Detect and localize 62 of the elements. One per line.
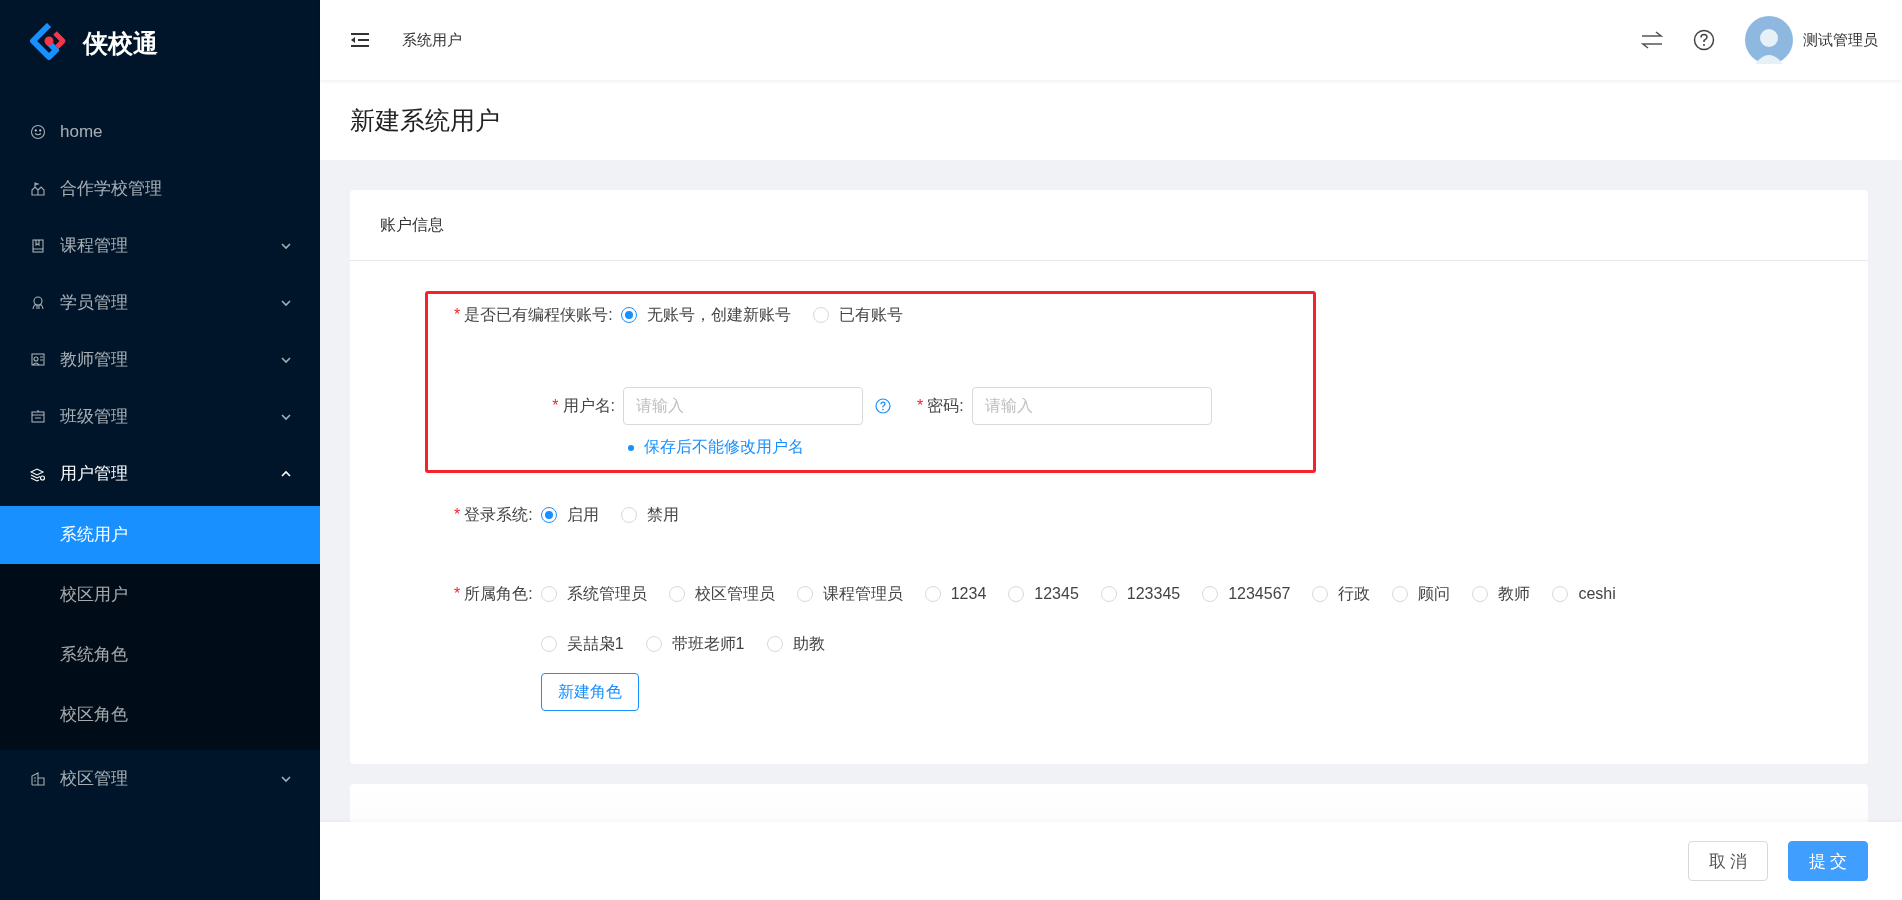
book-icon [30,237,46,254]
radio-option[interactable]: 行政 [1312,581,1371,607]
menu-label: 班级管理 [60,406,129,428]
submenu-item[interactable]: 校区用户 [0,566,320,624]
teacher-icon [30,351,46,368]
menu-icon[interactable] [350,32,370,48]
hint-text: 保存后不能修改用户名 [644,437,804,457]
radio-option[interactable]: 顾问 [1392,581,1451,607]
field-label: * 密码: [917,396,965,416]
breadcrumb: 系统用户 [402,30,462,50]
bullet-icon [628,444,634,451]
radio-option[interactable]: 校区管理员 [668,581,775,607]
field-label: * 所属角色: [454,584,534,604]
radio-option[interactable]: 无账号，创建新账号 [620,302,791,328]
sidebar-item[interactable]: 学员管理 [0,274,320,331]
field-label: * 登录系统: [454,505,534,525]
school-icon [30,180,46,197]
students-icon [30,294,46,311]
input-field[interactable]: 请输入 [623,387,863,425]
radio-option[interactable]: 12345 [1008,581,1079,607]
sidebar-item[interactable]: 班级管理 [0,388,320,445]
field-label: * 用户名: [551,396,616,416]
radio-option[interactable]: ceshi [1552,581,1616,607]
board-icon [30,408,46,425]
radio-option[interactable]: 教师 [1472,581,1531,607]
card-title: 账户信息 [380,214,444,235]
submenu-item[interactable]: 校区角色 [0,686,320,744]
brand-name: 侠校通 [83,27,158,59]
menu-label: 课程管理 [60,235,129,257]
page-title: 新建系统用户 [350,104,500,136]
radio-option[interactable]: 禁用 [620,502,679,528]
menu-label: 教师管理 [60,349,129,371]
input-field[interactable]: 请输入 [971,387,1212,425]
sidebar-item[interactable]: 用户管理 [0,445,320,502]
submenu-item[interactable]: 系统角色 [0,626,320,684]
menu-label: 合作学校管理 [60,178,163,200]
radio-option[interactable]: 系统管理员 [540,581,647,607]
campus-icon [30,770,46,787]
radio-option[interactable]: 助教 [766,631,825,657]
help-icon[interactable] [1693,29,1715,51]
field-label: * 是否已有编程侠账号: [454,305,614,325]
radio-option[interactable]: 1234 [924,581,987,607]
sidebar-item[interactable]: 教师管理 [0,331,320,388]
menu-label: 学员管理 [60,292,129,314]
radio-option[interactable]: 吴喆枭1 [540,631,624,657]
sidebar-item[interactable]: home [0,103,320,160]
radio-option[interactable]: 已有账号 [812,302,903,328]
radio-option[interactable]: 启用 [540,502,599,528]
menu-label: 用户管理 [60,463,129,485]
swap-icon[interactable] [1641,31,1663,49]
smile-icon [30,123,46,140]
user-name: 测试管理员 [1803,30,1878,50]
menu-label: 校区管理 [60,768,129,790]
menu-label: home [60,121,104,142]
radio-option[interactable]: 课程管理员 [796,581,903,607]
sidebar-item[interactable]: 课程管理 [0,217,320,274]
radio-option[interactable]: 123345 [1100,581,1181,607]
sidebar-item[interactable]: 校区管理 [0,750,320,807]
radio-option[interactable]: 带班老师1 [645,631,745,657]
cancel-button[interactable]: 取 消 [1688,841,1768,881]
sidebar-item[interactable]: 合作学校管理 [0,160,320,217]
radio-option[interactable]: 1234567 [1202,581,1291,607]
